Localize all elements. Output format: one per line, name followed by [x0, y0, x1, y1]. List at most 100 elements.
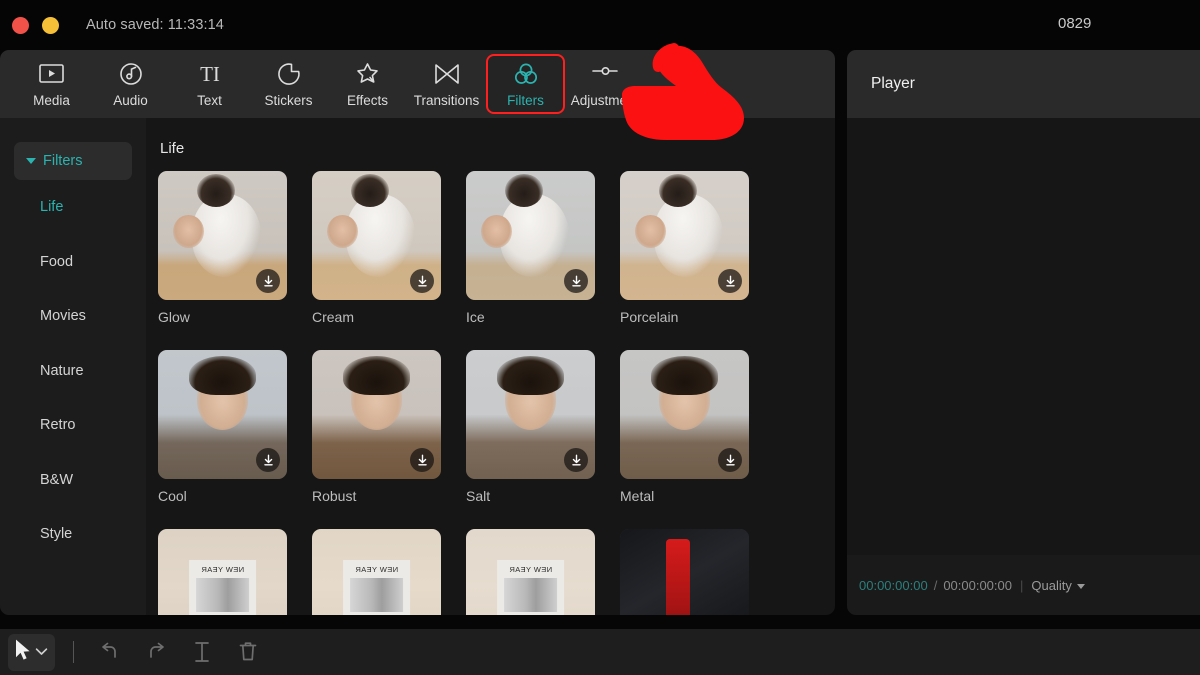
player-current-time: 00:00:00:00 [859, 578, 928, 593]
sidebar-header-filters[interactable]: Filters [14, 142, 132, 180]
filter-item[interactable]: Glow [158, 171, 287, 325]
filter-thumbnail[interactable] [620, 350, 749, 479]
media-browser-panel: Filters Life Food Movies Nature Retro B&… [0, 118, 835, 615]
filter-item[interactable]: Ice [466, 171, 595, 325]
filter-item[interactable] [620, 529, 749, 615]
poster-graphic: NEW YEAR [343, 560, 410, 615]
player-footer: 00:00:00:00 / 00:00:00:00 | Quality [847, 555, 1200, 615]
filter-item[interactable]: Cream [312, 171, 441, 325]
poster-graphic: NEW YEAR [497, 560, 564, 615]
toolbar-tab-filters[interactable]: Filters [486, 54, 565, 114]
filter-label: Salt [466, 488, 595, 504]
quality-selector[interactable]: Quality [1031, 578, 1084, 593]
sidebar-item-label: B&W [40, 472, 73, 488]
filter-label: Cool [158, 488, 287, 504]
filter-thumbnail[interactable]: NEW YEAR [158, 529, 287, 615]
toolbar-tab-label: Audio [113, 93, 148, 108]
filter-item[interactable]: NEW YEAR [158, 529, 287, 615]
sidebar-item-label: Style [40, 526, 72, 542]
chevron-down-icon[interactable] [35, 643, 48, 661]
sidebar-item-retro[interactable]: Retro [0, 398, 146, 453]
download-icon[interactable] [256, 269, 280, 293]
toolbar-tab-label: Effects [347, 93, 388, 108]
redo-button[interactable] [134, 637, 178, 667]
filter-label: Glow [158, 309, 287, 325]
filter-thumbnail[interactable]: NEW YEAR [466, 529, 595, 615]
download-icon[interactable] [718, 448, 742, 472]
toolbar-tab-stickers[interactable]: Stickers [249, 54, 328, 114]
filter-thumbnail[interactable] [620, 171, 749, 300]
sidebar-item-style[interactable]: Style [0, 507, 146, 562]
sidebar-item-nature[interactable]: Nature [0, 344, 146, 399]
sidebar-header-label: Filters [43, 153, 82, 169]
filter-label: Porcelain [620, 309, 749, 325]
filter-thumbnail[interactable] [312, 171, 441, 300]
toolbar-tab-label: Adjustment [571, 93, 639, 108]
toolbar-tab-adjustment[interactable]: Adjustment [565, 54, 644, 114]
filter-thumbnail[interactable] [620, 529, 749, 615]
toolbar-divider [73, 641, 74, 663]
filter-thumbnail[interactable]: NEW YEAR [312, 529, 441, 615]
download-icon[interactable] [410, 269, 434, 293]
sidebar-item-label: Life [40, 199, 63, 215]
toolbar-tab-audio[interactable]: Audio [91, 54, 170, 114]
media-icon [39, 61, 64, 87]
cursor-icon [13, 638, 32, 667]
filter-thumbnail[interactable] [466, 171, 595, 300]
svg-text:TI: TI [200, 63, 220, 85]
sidebar-item-bw[interactable]: B&W [0, 453, 146, 508]
toolbar-tab-effects[interactable]: Effects [328, 54, 407, 114]
filter-item[interactable]: Salt [466, 350, 595, 504]
poster-text: NEW YEAR [355, 565, 398, 574]
download-icon[interactable] [718, 269, 742, 293]
filter-item[interactable]: Cool [158, 350, 287, 504]
filter-item[interactable]: Metal [620, 350, 749, 504]
sidebar-item-food[interactable]: Food [0, 235, 146, 290]
filters-sidebar: Filters Life Food Movies Nature Retro B&… [0, 118, 146, 615]
download-icon[interactable] [564, 448, 588, 472]
poster-text: NEW YEAR [509, 565, 552, 574]
download-icon[interactable] [564, 269, 588, 293]
filter-thumbnail[interactable] [312, 350, 441, 479]
toolbar-tab-text[interactable]: TI Text [170, 54, 249, 114]
toolbar-tab-label: Stickers [264, 93, 312, 108]
filter-thumbnail[interactable] [466, 350, 595, 479]
undo-button[interactable] [88, 637, 132, 667]
autosave-status: Auto saved: 11:33:14 [86, 17, 224, 33]
filter-item[interactable]: NEW YEAR [466, 529, 595, 615]
player-title: Player [871, 75, 915, 93]
filter-thumbnail[interactable] [158, 171, 287, 300]
title-bar: Auto saved: 11:33:14 [0, 0, 1200, 50]
toolbar-tab-media[interactable]: Media [12, 54, 91, 114]
minimize-dot[interactable] [42, 17, 59, 34]
poster-graphic: NEW YEAR [189, 560, 256, 615]
toolbar-tab-label: Transitions [414, 93, 480, 108]
audio-icon [119, 61, 143, 87]
select-tool-button[interactable] [8, 634, 55, 671]
filter-item[interactable]: Robust [312, 350, 441, 504]
transitions-icon [434, 61, 460, 87]
sidebar-item-movies[interactable]: Movies [0, 289, 146, 344]
sidebar-item-label: Nature [40, 363, 84, 379]
sidebar-item-life[interactable]: Life [0, 180, 146, 235]
filter-label: Cream [312, 309, 441, 325]
section-title: Life [160, 140, 835, 157]
effects-icon [355, 61, 380, 87]
filter-thumbnail[interactable] [158, 350, 287, 479]
thumbnail-art: NEW YEAR [312, 529, 441, 615]
toolbar-tab-transitions[interactable]: Transitions [407, 54, 486, 114]
stickers-icon [277, 61, 301, 87]
filter-item[interactable]: NEW YEAR [312, 529, 441, 615]
close-dot[interactable] [12, 17, 29, 34]
player-preview-area[interactable] [847, 118, 1200, 555]
delete-button[interactable] [226, 637, 270, 667]
filters-icon [513, 61, 539, 87]
player-divider: | [1020, 578, 1023, 593]
filter-label: Ice [466, 309, 595, 325]
split-button[interactable] [180, 637, 224, 667]
filter-item[interactable]: Porcelain [620, 171, 749, 325]
text-icon: TI [195, 61, 225, 87]
download-icon[interactable] [410, 448, 434, 472]
download-icon[interactable] [256, 448, 280, 472]
player-header: Player [847, 50, 1200, 118]
